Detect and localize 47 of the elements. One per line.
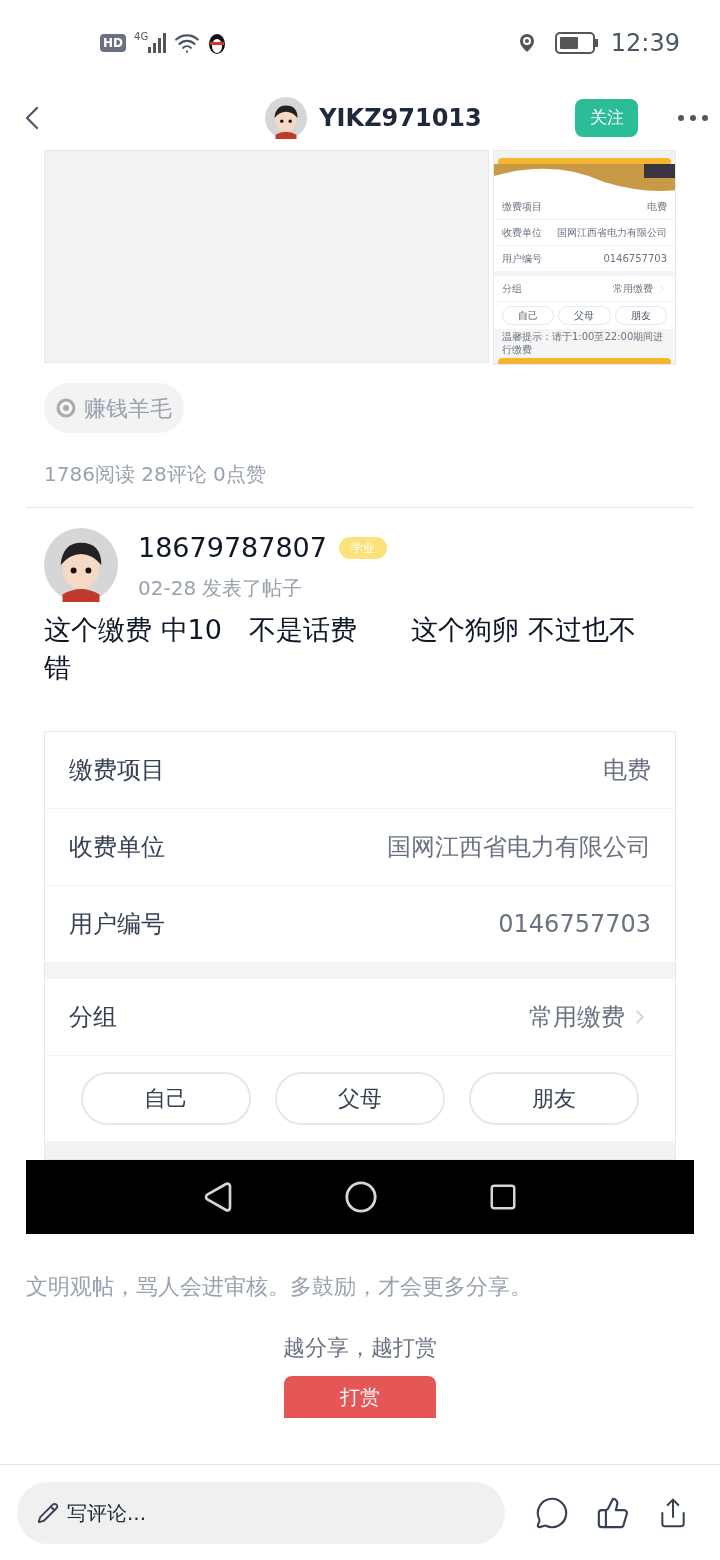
hd-icon: HD [100,33,126,52]
comment-field[interactable]: 写评论... [17,1481,505,1544]
field-value: 常用缴费 [529,1001,625,1033]
field-label: 收费单位 [502,226,542,241]
post-meta: 02-28 发表了帖子 [138,574,304,602]
field-value: 常用缴费 [613,282,653,296]
field-value: 国网江西省电力有限公司 [557,226,667,241]
field-label: 用户编号 [502,252,542,267]
option-chip[interactable]: 朋友 [469,1071,639,1125]
level-badge: 学业 [338,537,387,560]
comment-input[interactable]: 写评论... [67,1497,485,1528]
field-value: 电费 [647,200,667,215]
field-label: 缴费项目 [502,200,542,215]
field-value: 电费 [603,754,651,786]
comment-button[interactable] [534,1495,569,1530]
option-chip[interactable]: 自己 [81,1071,251,1125]
post-text: 这个缴费 中10 不是话费 这个狗卵 不过也不错 [43,612,637,685]
more-icon [678,114,708,121]
target-icon [56,398,76,418]
field-label: 分组 [502,282,522,296]
hint-text: 温馨提示：请于1:00至22:00期间进行缴费 [494,329,675,358]
penguin-icon [208,31,227,54]
field-value: 国网江西省电力有限公司 [387,831,651,863]
battery-icon [554,31,599,54]
field-label: 分组 [69,1001,117,1033]
network-label: 4G [134,30,149,44]
clock: 12:39 [610,27,680,59]
field-label: 收费单位 [69,831,165,863]
more-button[interactable] [678,114,708,121]
home-circle-icon [344,1179,378,1214]
author-name: 18679787807 [138,531,327,565]
field-label: 用户编号 [69,908,165,940]
post-stats: 1786阅读 28评论 0点赞 [43,461,267,488]
signal-icon [148,32,167,53]
field-value: 0146757703 [498,908,651,940]
pencil-icon [37,1501,59,1524]
back-triangle-icon [202,1180,234,1213]
reward-button[interactable]: 打赏 [284,1375,436,1418]
avatar [265,96,308,139]
like-button[interactable] [596,1495,630,1530]
username: YIKZ971013 [319,102,482,134]
notice-text: 文明观帖，骂人会进审核。多鼓励，才会更多分享。 [25,1272,533,1301]
chevron-icon [657,283,667,294]
option-chip[interactable]: 父母 [275,1071,445,1125]
reward-slogan: 越分享，越打赏 [282,1333,438,1362]
field-value: 0146757703 [603,252,667,267]
field-label: 缴费项目 [69,754,165,786]
